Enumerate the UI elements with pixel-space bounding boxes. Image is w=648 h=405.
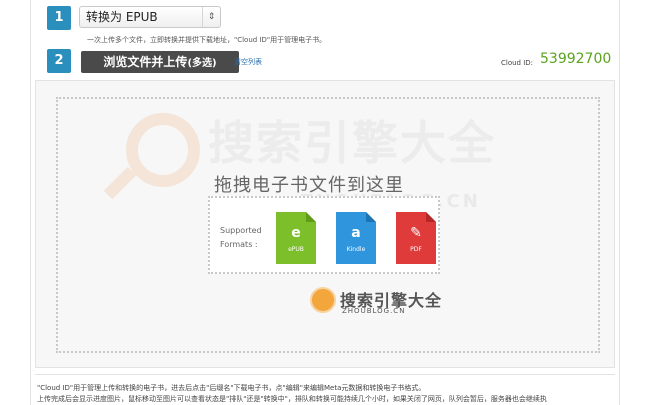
supported-label-line-2: Formats : (220, 240, 258, 249)
watermark-magnifier-icon (126, 113, 200, 187)
drop-zone-title: 拖拽电子书文件到这里 (214, 175, 404, 196)
chevron-updown-icon[interactable]: ⇕ (202, 7, 220, 27)
kindle-glyph: a (351, 225, 361, 241)
browse-upload-label: 浏览文件并上传 (103, 55, 188, 69)
browse-upload-suffix: (多选) (187, 58, 217, 69)
cloud-id-label: Cloud ID: (501, 59, 534, 67)
step-2-badge: 2 (47, 49, 71, 73)
epub-file-icon: e ePUB (276, 212, 316, 264)
supported-formats: Supported Formats : e ePUB a Kindle ✎ PD (208, 196, 440, 274)
pdf-format-name: PDF (410, 246, 422, 253)
step-1-hint: 一次上传多个文件，立即转换并提供下载地址，"Cloud ID"用于管理电子书。 (87, 36, 327, 44)
kindle-format-name: Kindle (346, 246, 366, 253)
footer-line-2: 上传完成后会显示进度图片，鼠标移动至图片可以查看状态是"排队"还是"转换中"，排… (37, 395, 547, 403)
cloud-id-value[interactable]: 53992700 (540, 51, 611, 67)
format-select[interactable]: 转换为 EPUB ⇕ (79, 6, 221, 28)
converter-panel: 1 转换为 EPUB ⇕ 一次上传多个文件，立即转换并提供下载地址，"Cloud… (30, 0, 620, 405)
drop-zone[interactable]: 搜索引擎大全 ZHOUBLOG.CN 拖拽电子书文件到这里 Supported … (35, 80, 615, 368)
pdf-file-icon: ✎ PDF (396, 212, 436, 264)
supported-label-line-1: Supported (220, 226, 262, 235)
kindle-file-icon: a Kindle (336, 212, 376, 264)
watermark-logo-icon (310, 287, 336, 313)
clear-list-link[interactable]: 清空列表 (234, 57, 262, 67)
format-select-value: 转换为 EPUB (86, 10, 158, 24)
supported-formats-label: Supported Formats : (220, 224, 262, 252)
watermark-logo-url: ZHOUBLOG.CN (342, 307, 406, 315)
epub-format-name: ePUB (288, 246, 304, 253)
pdf-glyph: ✎ (410, 225, 422, 241)
watermark-magnifier-handle (103, 166, 137, 200)
footer-divider (35, 374, 615, 375)
step-1-badge: 1 (47, 6, 71, 30)
watermark-text: 搜索引擎大全 (208, 116, 496, 170)
browse-upload-button[interactable]: 浏览文件并上传(多选) (81, 51, 239, 73)
drop-zone-border[interactable]: 搜索引擎大全 ZHOUBLOG.CN 拖拽电子书文件到这里 Supported … (56, 97, 600, 353)
epub-glyph: e (291, 225, 301, 241)
footer-line-1: "Cloud ID"用于管理上传和转换的电子书，进去后点击"后缀名"下载电子书，… (37, 384, 426, 392)
